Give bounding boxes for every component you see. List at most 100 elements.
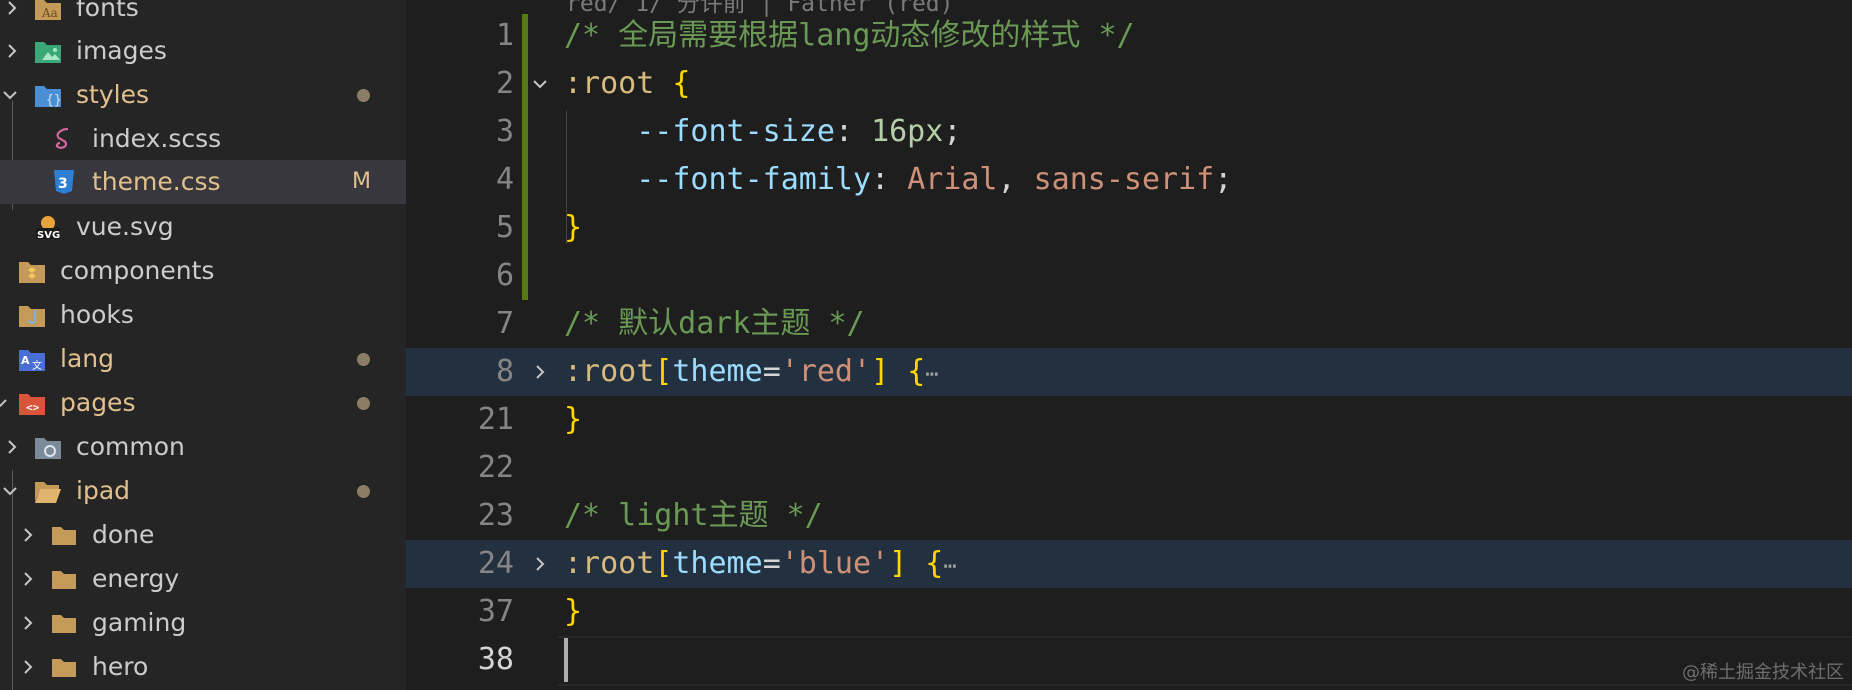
code-line[interactable]: 4 --font-family: Arial, sans-serif; bbox=[406, 156, 1852, 204]
text-cursor bbox=[564, 638, 568, 682]
tree-item-styles[interactable]: {} styles bbox=[0, 73, 406, 117]
code-text: /* 全局需要根据lang动态修改的样式 */ bbox=[564, 18, 1135, 53]
sass-file-icon bbox=[50, 126, 78, 152]
code-text: } bbox=[564, 402, 583, 437]
line-number: 6 bbox=[495, 258, 514, 293]
code-line[interactable]: 22 bbox=[406, 444, 1852, 492]
code-text: } bbox=[564, 594, 583, 629]
tree-item-fonts[interactable]: Aa fonts bbox=[0, 0, 406, 30]
code-text: :root[theme='blue'] {⋯ bbox=[564, 546, 957, 581]
font-folder-icon: Aa bbox=[34, 0, 62, 21]
line-number: 23 bbox=[477, 498, 514, 533]
code-text: :root { bbox=[564, 66, 691, 101]
tree-item-gaming[interactable]: gaming bbox=[0, 601, 406, 645]
code-line[interactable]: 37 } bbox=[406, 588, 1852, 636]
tree-item-theme-css[interactable]: 3 theme.css M bbox=[0, 160, 406, 204]
pages-folder-icon: <> bbox=[18, 390, 46, 416]
code-line[interactable]: 1 /* 全局需要根据lang动态修改的样式 */ bbox=[406, 12, 1852, 60]
line-number: 37 bbox=[477, 594, 514, 629]
chevron-right-icon bbox=[18, 657, 38, 677]
code-line[interactable]: 21 } bbox=[406, 396, 1852, 444]
modified-dot bbox=[357, 485, 370, 498]
css-file-icon: 3 bbox=[50, 169, 78, 195]
tree-item-label: done bbox=[92, 520, 155, 549]
code-text: /* 默认dark主题 */ bbox=[564, 306, 865, 341]
common-folder-icon bbox=[34, 434, 62, 460]
chevron-right-icon bbox=[18, 569, 38, 589]
tree-item-hero[interactable]: hero bbox=[0, 645, 406, 689]
line-number: 7 bbox=[495, 306, 514, 341]
svg-file-icon: SVG bbox=[34, 214, 62, 240]
code-text: /* light主题 */ bbox=[564, 498, 823, 533]
line-number: 1 bbox=[495, 18, 514, 53]
tree-item-lang[interactable]: A文 lang bbox=[0, 337, 406, 381]
tree-item-done[interactable]: done bbox=[0, 513, 406, 557]
code-line-current[interactable]: 38 bbox=[406, 636, 1852, 684]
code-line[interactable]: 23 /* light主题 */ bbox=[406, 492, 1852, 540]
modified-badge: M bbox=[352, 169, 371, 194]
code-line-folded[interactable]: 24 :root[theme='blue'] {⋯ bbox=[406, 540, 1852, 588]
line-number: 2 bbox=[495, 66, 514, 101]
folder-icon bbox=[50, 522, 78, 548]
tree-item-label: index.scss bbox=[92, 124, 222, 153]
tree-item-label: common bbox=[76, 432, 185, 461]
svg-text:{}: {} bbox=[46, 93, 62, 108]
hooks-folder-icon bbox=[18, 302, 46, 328]
tree-item-ipad[interactable]: ipad bbox=[0, 469, 406, 513]
tree-item-label: gaming bbox=[92, 608, 187, 637]
tree-item-label: hooks bbox=[60, 300, 134, 329]
chevron-right-icon bbox=[18, 525, 38, 545]
code-line[interactable]: 3 --font-size: 16px; bbox=[406, 108, 1852, 156]
line-number: 4 bbox=[495, 162, 514, 197]
tree-item-label: fonts bbox=[76, 0, 139, 22]
tree-item-label: lang bbox=[60, 344, 114, 373]
folder-icon bbox=[50, 610, 78, 636]
svg-text:文: 文 bbox=[32, 359, 42, 372]
tree-item-label: vue.svg bbox=[76, 212, 174, 241]
tree-item-energy[interactable]: energy bbox=[0, 557, 406, 601]
svg-text:A: A bbox=[21, 354, 30, 367]
tree-item-label: pages bbox=[60, 388, 136, 417]
styles-folder-icon: {} bbox=[34, 82, 62, 108]
code-text: --font-size: 16px; bbox=[636, 114, 962, 149]
chevron-right-icon bbox=[18, 613, 38, 633]
tree-item-index-scss[interactable]: index.scss bbox=[0, 117, 406, 161]
folder-icon bbox=[50, 566, 78, 592]
fold-collapsed-icon[interactable] bbox=[530, 554, 550, 574]
line-number: 24 bbox=[477, 546, 514, 581]
images-folder-icon bbox=[34, 38, 62, 64]
modified-dot bbox=[357, 353, 370, 366]
chevron-down-icon bbox=[0, 85, 20, 105]
tree-item-images[interactable]: images bbox=[0, 29, 406, 73]
fold-collapsed-icon[interactable] bbox=[530, 362, 550, 382]
code-line[interactable]: 2 :root { bbox=[406, 60, 1852, 108]
tree-item-pages[interactable]: <> pages bbox=[0, 381, 406, 425]
line-number: 38 bbox=[477, 642, 514, 677]
modified-dot bbox=[357, 89, 370, 102]
code-line[interactable]: 6 bbox=[406, 252, 1852, 300]
code-line[interactable]: 7 /* 默认dark主题 */ bbox=[406, 300, 1852, 348]
svg-text:3: 3 bbox=[58, 176, 68, 192]
chevron-right-icon bbox=[2, 0, 22, 18]
code-editor[interactable]: red/ 1/ 分许前 | Father (red) 1 /* 全局需要根据la… bbox=[406, 0, 1852, 690]
code-line-folded[interactable]: 8 :root[theme='red'] {⋯ bbox=[406, 348, 1852, 396]
line-number: 8 bbox=[495, 354, 514, 389]
lang-folder-icon: A文 bbox=[18, 346, 46, 372]
chevron-right-icon bbox=[2, 41, 22, 61]
tree-item-hooks[interactable]: hooks bbox=[0, 293, 406, 337]
components-folder-icon bbox=[18, 258, 46, 284]
line-number: 3 bbox=[495, 114, 514, 149]
tree-item-label: components bbox=[60, 256, 215, 285]
tree-item-label: ipad bbox=[76, 476, 131, 505]
tree-item-label: images bbox=[76, 36, 167, 65]
file-explorer: Aa fonts images {} styles index.scss 3 t… bbox=[0, 0, 406, 690]
code-line[interactable]: 5 } bbox=[406, 204, 1852, 252]
tree-item-components[interactable]: components bbox=[0, 249, 406, 293]
code-text: :root[theme='red'] {⋯ bbox=[564, 354, 939, 389]
line-number: 5 bbox=[495, 210, 514, 245]
fold-expanded-icon[interactable] bbox=[530, 74, 550, 94]
chevron-down-icon bbox=[0, 393, 10, 413]
tree-item-label: hero bbox=[92, 652, 149, 681]
tree-item-common[interactable]: common bbox=[0, 425, 406, 469]
tree-item-vue-svg[interactable]: SVG vue.svg bbox=[0, 205, 406, 249]
